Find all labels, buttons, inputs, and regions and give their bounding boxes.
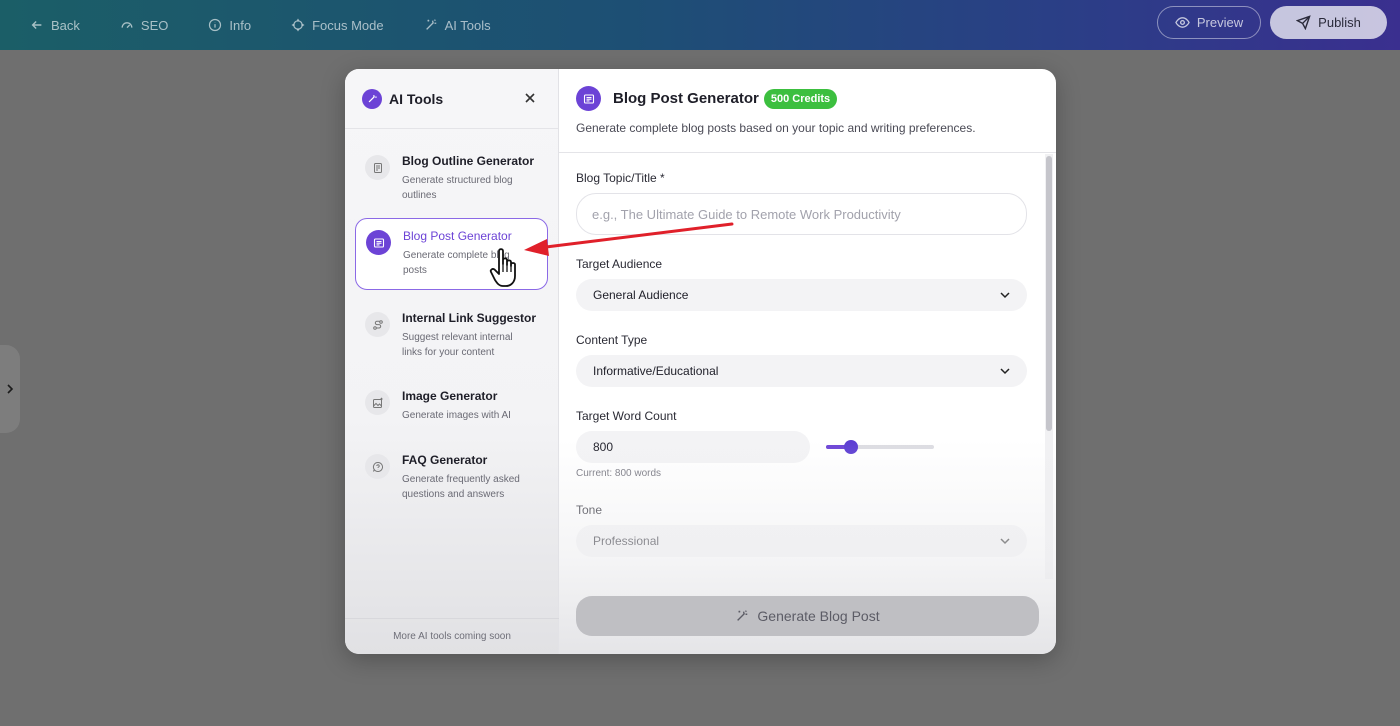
eye-icon	[1175, 17, 1190, 28]
sidebar-footer: More AI tools coming soon	[345, 618, 559, 654]
close-icon[interactable]	[523, 91, 537, 105]
publish-button[interactable]: Publish	[1270, 6, 1387, 39]
back-button[interactable]: Back	[30, 18, 80, 33]
tone-select[interactable]: Professional	[576, 525, 1027, 557]
tool-name: Blog Post Generator	[403, 229, 512, 243]
tool-desc: Generate frequently asked questions and …	[402, 474, 520, 500]
tone-label: Tone	[576, 503, 603, 517]
generate-label: Generate Blog Post	[757, 608, 880, 624]
magic-wand-icon	[425, 19, 436, 30]
chevron-down-icon	[1000, 538, 1010, 545]
article-icon	[576, 86, 601, 111]
magic-wand-icon	[362, 88, 382, 109]
content-type-label: Content Type	[576, 333, 648, 347]
content-type-select[interactable]: Informative/Educational	[576, 355, 1027, 387]
tool-internal-link-suggestor[interactable]: Internal Link Suggestor Suggest relevant…	[355, 301, 548, 368]
seo-button[interactable]: SEO	[120, 18, 168, 33]
audience-select[interactable]: General Audience	[576, 279, 1027, 311]
tool-image-generator[interactable]: Image Generator Generate images with AI	[355, 379, 548, 431]
tool-name: Internal Link Suggestor	[402, 311, 537, 325]
info-button[interactable]: Info	[208, 18, 251, 33]
focus-mode-button[interactable]: Focus Mode	[291, 18, 384, 33]
arrow-left-icon	[31, 21, 42, 29]
tool-faq-generator[interactable]: FAQ Generator Generate frequently asked …	[355, 443, 548, 510]
credits-badge: 500 Credits	[763, 88, 838, 109]
image-sparkle-icon	[365, 390, 390, 415]
chevron-down-icon	[1000, 292, 1010, 299]
tool-desc: Generate complete blog posts	[403, 250, 510, 276]
panel-subtitle: Generate complete blog posts based on yo…	[576, 121, 976, 135]
scrollbar-thumb[interactable]	[1046, 156, 1052, 431]
panel-title: Blog Post Generator	[613, 90, 759, 107]
word-count-input[interactable]: 800	[576, 431, 810, 463]
tool-name: Blog Outline Generator	[402, 154, 535, 168]
chevron-right-icon	[7, 384, 14, 394]
tool-name: Image Generator	[402, 389, 498, 403]
magic-wand-icon	[737, 610, 748, 621]
word-count-slider[interactable]	[826, 440, 934, 454]
tool-desc: Generate images with AI	[402, 410, 511, 421]
article-icon	[366, 230, 391, 255]
back-label: Back	[51, 17, 80, 33]
crosshair-icon	[291, 18, 305, 32]
audience-value: General Audience	[593, 288, 689, 302]
gauge-icon	[121, 22, 133, 29]
tone-value: Professional	[593, 534, 660, 548]
focus-mode-label: Focus Mode	[312, 17, 384, 33]
content-type-value: Informative/Educational	[593, 364, 719, 378]
send-icon	[1296, 15, 1311, 30]
tools-sidebar: AI Tools Blog Outline Generator Generate…	[345, 69, 559, 654]
sidebar-header: AI Tools	[345, 69, 558, 129]
audience-label: Target Audience	[576, 257, 663, 271]
sidebar-title: AI Tools	[389, 90, 444, 107]
topic-input[interactable]: e.g., The Ultimate Guide to Remote Work …	[576, 193, 1027, 235]
tool-blog-post-generator[interactable]: Blog Post Generator Generate complete bl…	[355, 218, 548, 290]
route-icon	[365, 312, 390, 337]
top-actions: Preview Publish	[1157, 6, 1387, 39]
tool-desc: Generate structured blog outlines	[402, 175, 513, 201]
publish-label: Publish	[1318, 15, 1361, 30]
chevron-down-icon	[1000, 368, 1010, 375]
top-toolbar: Back SEO Info Focus Mode AI Tools Previe…	[0, 0, 1400, 50]
generator-panel: Blog Post Generator 500 Credits Generate…	[559, 69, 1056, 654]
info-icon	[209, 18, 222, 32]
form-scrollbar[interactable]	[1045, 154, 1053, 579]
preview-button[interactable]: Preview	[1157, 6, 1261, 39]
word-count-label: Target Word Count	[576, 409, 677, 423]
preview-label: Preview	[1196, 15, 1244, 30]
ai-tools-button[interactable]: AI Tools	[424, 18, 491, 33]
ai-tools-modal: AI Tools Blog Outline Generator Generate…	[345, 69, 1056, 654]
ai-tools-label: AI Tools	[444, 17, 491, 33]
tool-name: FAQ Generator	[402, 453, 488, 467]
panel-header: Blog Post Generator 500 Credits Generate…	[559, 69, 1056, 153]
info-label: Info	[229, 17, 252, 33]
tool-blog-outline-generator[interactable]: Blog Outline Generator Generate structur…	[355, 144, 548, 211]
document-icon	[365, 155, 390, 180]
slider-thumb[interactable]	[843, 440, 858, 454]
topic-label: Blog Topic/Title *	[576, 171, 665, 185]
seo-label: SEO	[140, 17, 169, 33]
tool-desc: Suggest relevant internal links for your…	[402, 332, 513, 358]
generate-blog-post-button[interactable]: Generate Blog Post	[576, 596, 1039, 636]
word-count-helper: Current: 800 words	[576, 468, 662, 479]
question-icon	[365, 454, 390, 479]
expand-panel-handle[interactable]	[0, 345, 20, 433]
